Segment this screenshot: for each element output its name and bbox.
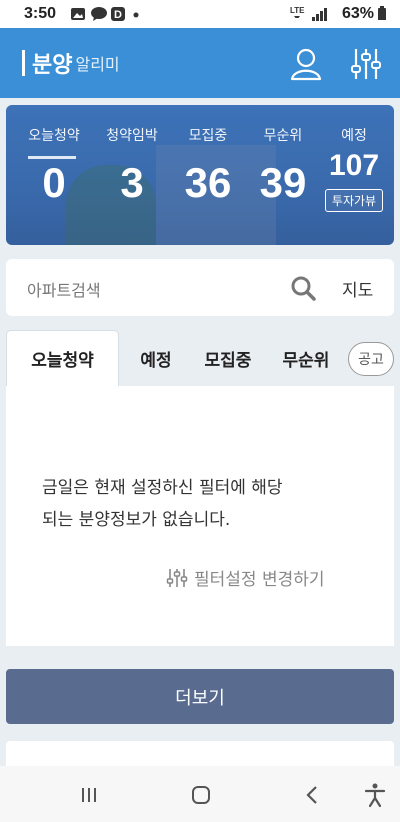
invest-button[interactable]: 투자가뷰 <box>324 189 384 212</box>
talk-icon <box>91 7 107 21</box>
stat-scheduled[interactable]: 예정 107 투자가뷰 <box>318 105 390 212</box>
empty-message: 금일은 현재 설정하신 필터에 해당 되는 분양정보가 없습니다. <box>42 472 362 536</box>
stat-unranked-label: 무순위 <box>263 128 303 144</box>
empty-message-line1: 금일은 현재 설정하신 필터에 해당 <box>42 478 283 498</box>
search-bar: 아파트검색 지도 <box>6 259 394 316</box>
tab-unranked[interactable]: 무순위 <box>270 330 342 386</box>
logo-sub-text: 알리미 <box>75 55 120 74</box>
listing-panel: 금일은 현재 설정하신 필터에 해당 되는 분양정보가 없습니다. 필터설정 변… <box>6 386 394 646</box>
stat-scheduled-value: 107 <box>328 149 380 182</box>
stat-imminent-value: 3 <box>120 159 144 206</box>
tab-today[interactable]: 오늘청약 <box>6 330 119 386</box>
stat-recruiting[interactable]: 모집중 36 <box>174 105 242 207</box>
logo-bar <box>22 50 25 76</box>
stat-scheduled-label: 예정 <box>341 128 367 144</box>
search-icon[interactable] <box>290 275 316 301</box>
recent-apps-icon[interactable] <box>76 782 102 808</box>
stat-today[interactable]: 오늘청약 0 <box>20 105 88 207</box>
notification-dot-icon <box>133 12 139 18</box>
logo-main-text: 분양 <box>32 53 73 78</box>
signal-icon <box>312 8 327 21</box>
back-icon[interactable] <box>300 782 326 808</box>
filter-sliders-icon <box>166 568 188 587</box>
app-header: 분양 알리미 <box>0 28 400 98</box>
tab-notice[interactable]: 공고 <box>348 342 394 376</box>
stats-card: 오늘청약 0 청약임박 3 모집중 36 무순위 39 예정 107 투자가뷰 <box>6 105 394 245</box>
tab-recruiting[interactable]: 모집중 <box>192 330 264 386</box>
tab-scheduled[interactable]: 예정 <box>128 330 184 386</box>
battery-icon <box>378 6 386 20</box>
d-app-icon: D <box>111 7 125 21</box>
image-icon <box>71 8 85 20</box>
more-button[interactable]: 더보기 <box>6 669 394 724</box>
svg-text:LTE: LTE <box>290 6 305 15</box>
svg-text:D: D <box>114 9 122 21</box>
home-icon[interactable] <box>188 782 214 808</box>
system-nav-bar <box>0 766 400 822</box>
stat-unranked-value: 39 <box>259 159 307 206</box>
status-bar: 3:50 D LTE 63% <box>0 0 400 28</box>
search-input[interactable]: 아파트검색 <box>27 277 101 301</box>
tab-bar: 오늘청약 예정 모집중 무순위 공고 <box>6 330 394 386</box>
stat-today-label: 오늘청약 <box>28 128 80 144</box>
stat-imminent[interactable]: 청약임박 3 <box>98 105 166 207</box>
lte-icon: LTE <box>290 6 305 18</box>
stat-recruiting-label: 모집중 <box>188 128 228 144</box>
user-icon[interactable] <box>288 46 324 82</box>
status-time: 3:50 <box>24 5 57 22</box>
battery-percent: 63% <box>341 5 374 22</box>
stat-imminent-label: 청약임박 <box>106 128 158 144</box>
stat-recruiting-value: 36 <box>184 159 232 206</box>
empty-message-line2: 되는 분양정보가 없습니다. <box>42 510 231 530</box>
map-button[interactable]: 지도 <box>342 276 373 301</box>
stat-today-value: 0 <box>42 159 66 206</box>
filter-settings-link[interactable]: 필터설정 변경하기 <box>166 565 325 590</box>
filter-settings-label: 필터설정 변경하기 <box>194 570 325 590</box>
stat-unranked[interactable]: 무순위 39 <box>249 105 317 207</box>
sliders-icon[interactable] <box>348 46 384 82</box>
app-logo[interactable]: 분양 알리미 <box>22 48 120 78</box>
accessibility-icon[interactable] <box>362 782 388 808</box>
